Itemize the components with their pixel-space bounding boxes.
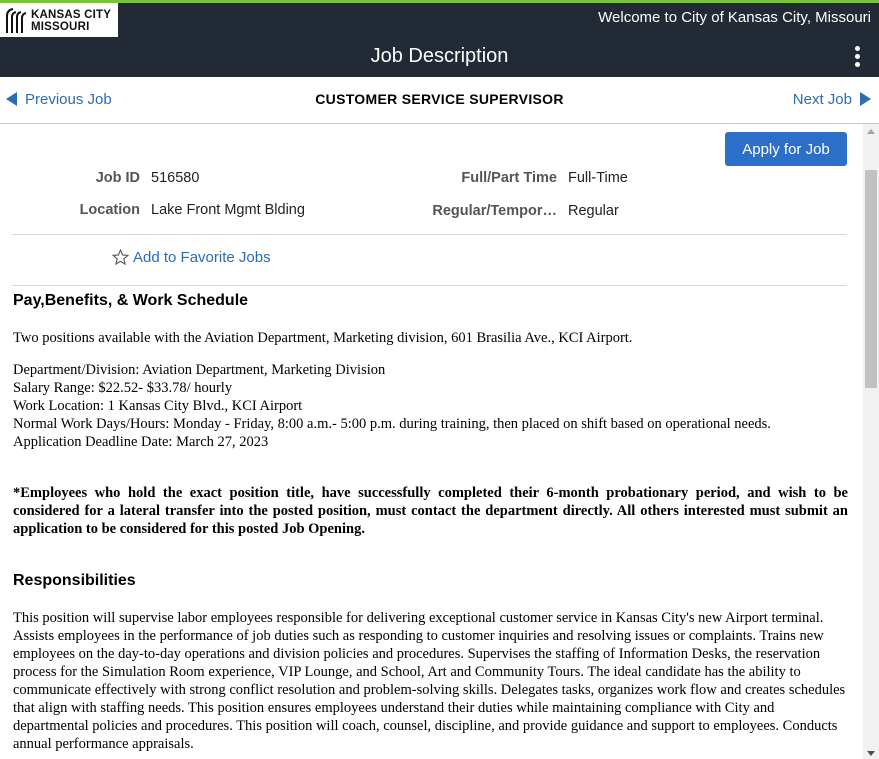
- apply-for-job-button[interactable]: Apply for Job: [725, 132, 847, 166]
- detail-department: Department/Division: Aviation Department…: [13, 362, 386, 378]
- scrollbar-thumb[interactable]: [865, 170, 877, 388]
- pay-benefits-heading: Pay,Benefits, & Work Schedule: [13, 292, 249, 309]
- job-navigation-bar: Previous Job CUSTOMER SERVICE SUPERVISOR…: [0, 77, 879, 124]
- regular-temporary-label: Regular/Tempor…: [432, 203, 557, 219]
- job-id-value: 516580: [151, 170, 200, 186]
- city-fountain-logo-icon: [6, 8, 27, 33]
- add-to-favorite-jobs-link[interactable]: Add to Favorite Jobs: [111, 248, 271, 266]
- regular-temporary-value: Regular: [568, 203, 619, 219]
- welcome-message: Welcome to City of Kansas City, Missouri: [598, 9, 871, 26]
- full-part-time-label: Full/Part Time: [461, 170, 557, 186]
- next-job-link[interactable]: Next Job: [793, 91, 871, 108]
- kebab-menu-icon[interactable]: [845, 45, 869, 69]
- divider: [12, 285, 847, 286]
- top-header-bar: KANSAS CITY MISSOURI Welcome to City of …: [0, 3, 879, 37]
- right-arrow-icon: [860, 92, 871, 106]
- logo-line-1: KANSAS CITY: [31, 9, 112, 21]
- menu-dot: [855, 62, 860, 67]
- job-id-label: Job ID: [95, 170, 140, 186]
- menu-dot: [855, 54, 860, 59]
- page-title: Job Description: [370, 45, 509, 67]
- responsibilities-text: This position will supervise labor emplo…: [13, 610, 846, 752]
- next-job-label: Next Job: [792, 91, 852, 108]
- logo-line-2: MISSOURI: [31, 21, 90, 33]
- scroll-up-arrow-icon[interactable]: [867, 129, 875, 134]
- location-label: Location: [79, 202, 140, 218]
- title-bar: Job Description: [0, 37, 879, 77]
- location-value: Lake Front Mgmt Blding: [151, 202, 305, 218]
- full-part-time-value: Full-Time: [568, 170, 628, 186]
- responsibilities-heading: Responsibilities: [13, 572, 136, 589]
- divider: [12, 234, 847, 235]
- job-title-heading: CUSTOMER SERVICE SUPERVISOR: [315, 91, 564, 107]
- kcmo-logo[interactable]: KANSAS CITY MISSOURI: [0, 3, 118, 37]
- logo-wordmark: KANSAS CITY MISSOURI: [31, 9, 111, 33]
- detail-salary: Salary Range: $22.52- $33.78/ hourly: [13, 380, 233, 396]
- menu-dot: [855, 46, 860, 51]
- job-description-content: Apply for Job Job ID 516580 Full/Part Ti…: [0, 124, 863, 759]
- detail-work-hours: Normal Work Days/Hours: Monday - Friday,…: [13, 416, 771, 432]
- scroll-down-arrow-icon[interactable]: [867, 751, 875, 756]
- positions-intro-text: Two positions available with the Aviatio…: [13, 330, 633, 346]
- detail-deadline: Application Deadline Date: March 27, 202…: [13, 434, 269, 450]
- favorite-label: Add to Favorite Jobs: [133, 249, 271, 266]
- vertical-scrollbar[interactable]: [863, 124, 879, 759]
- lateral-transfer-notice: *Employees who hold the exact position t…: [13, 485, 848, 537]
- star-outline-icon: [111, 248, 130, 266]
- job-details-list: Department/Division: Aviation Department…: [13, 361, 848, 451]
- detail-work-location: Work Location: 1 Kansas City Blvd., KCI …: [13, 398, 303, 414]
